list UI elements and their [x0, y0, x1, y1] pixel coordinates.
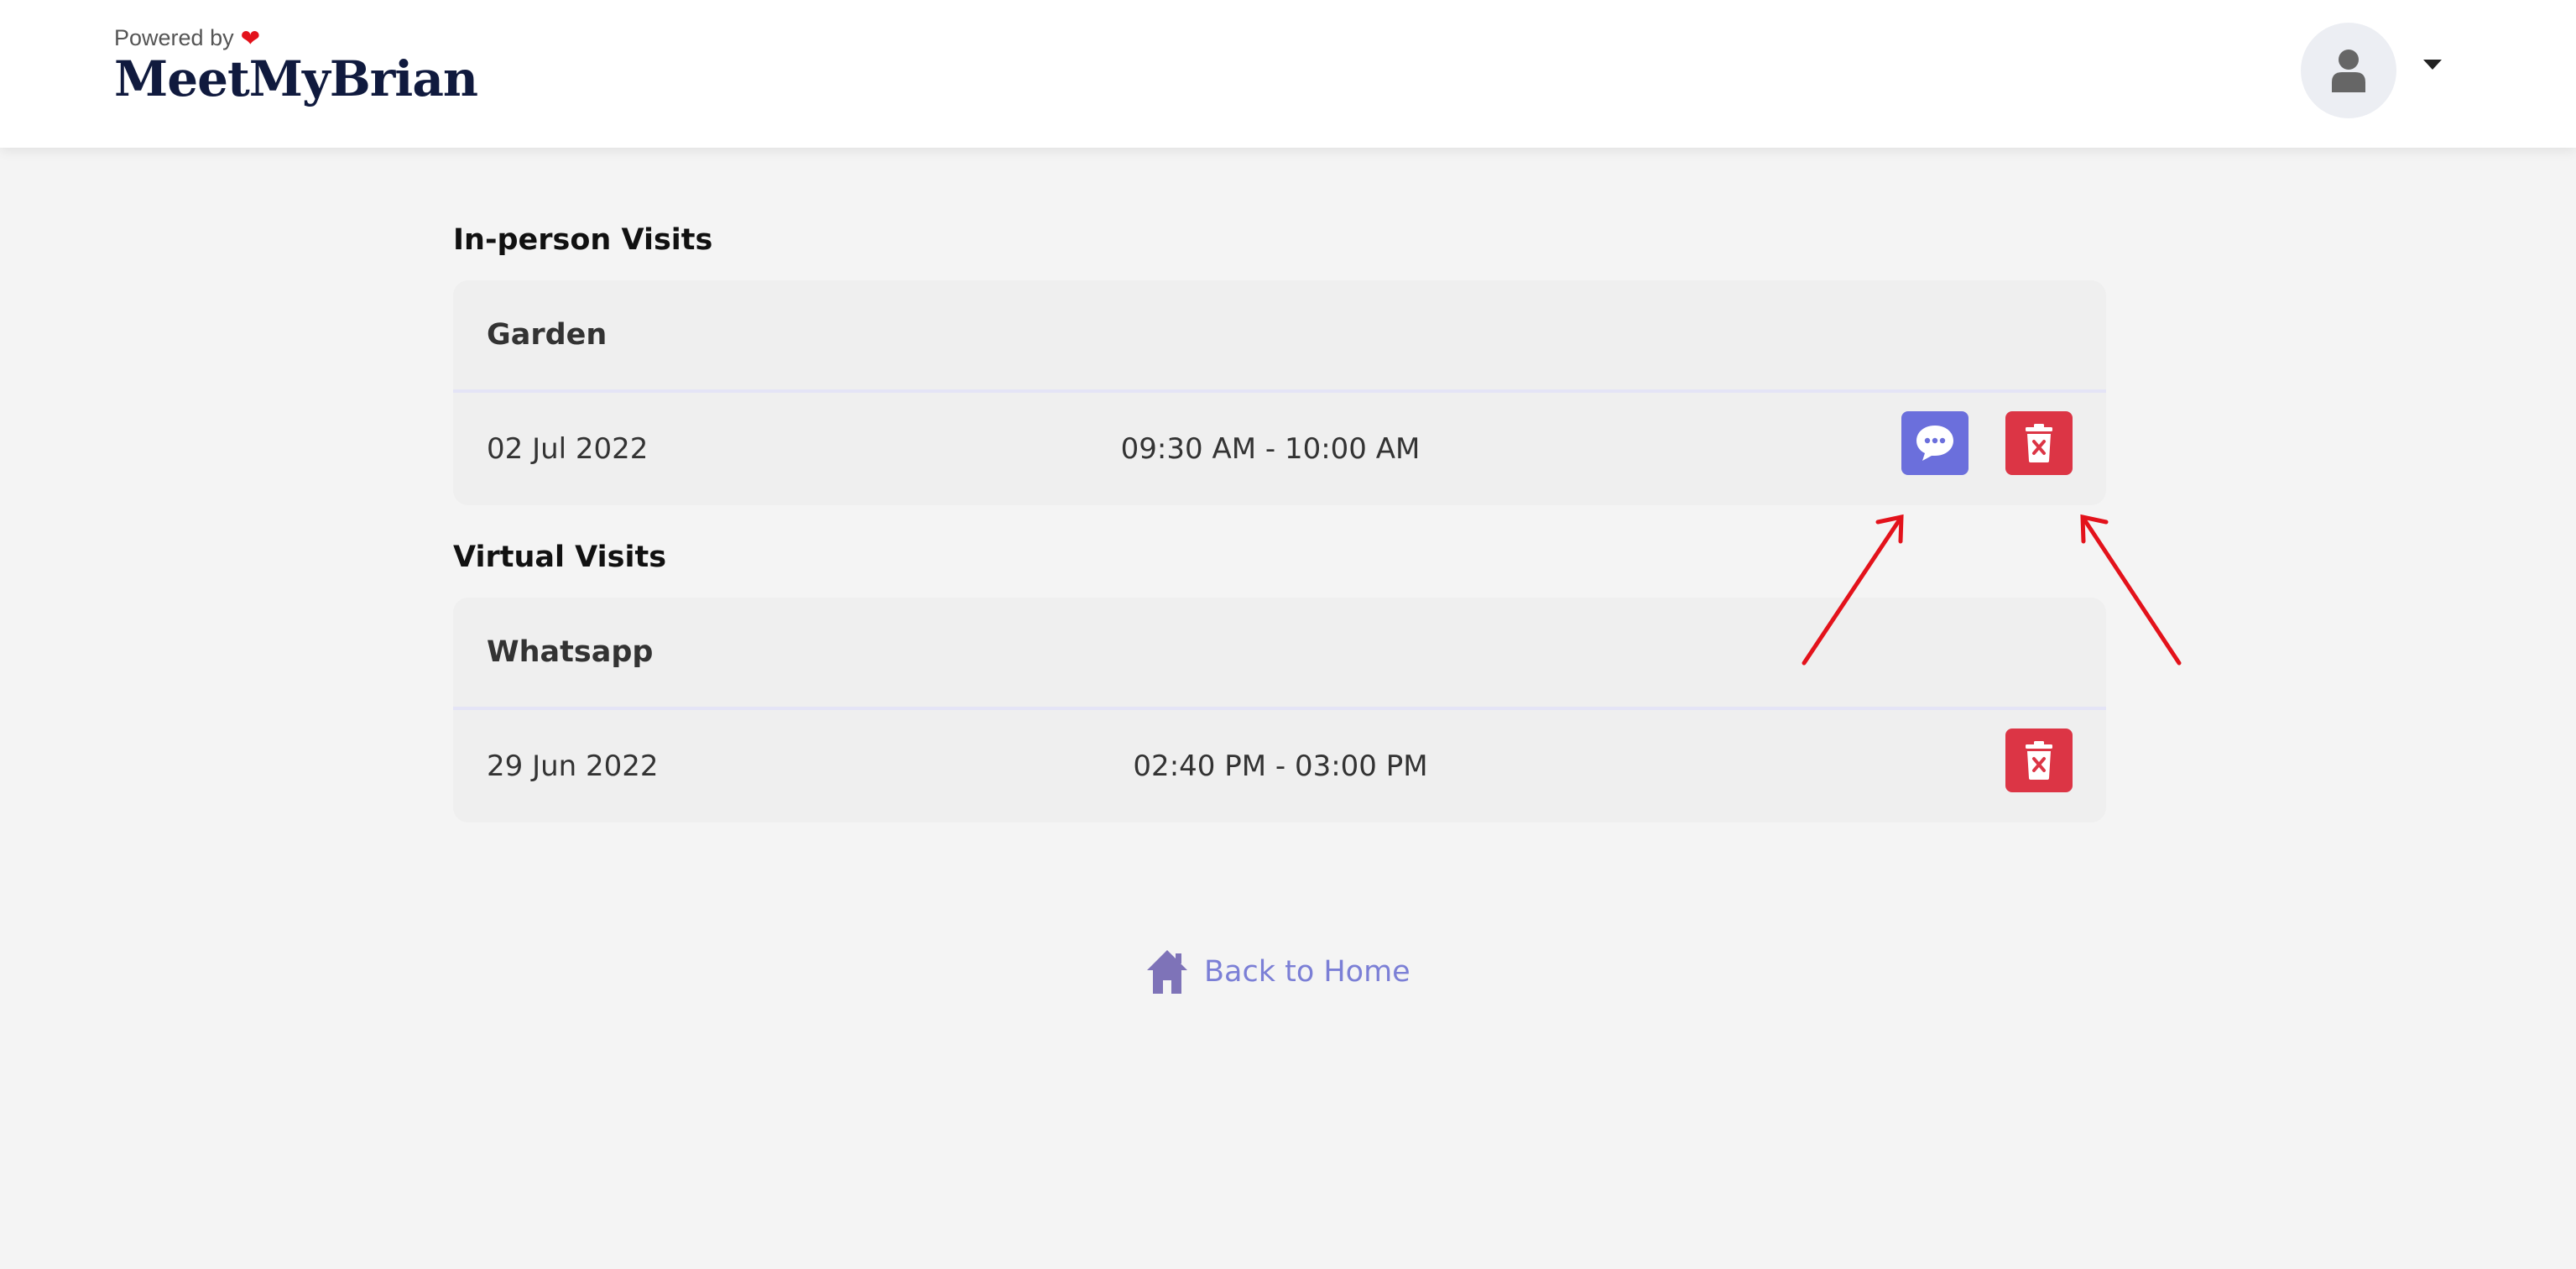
visit-card-header: Garden: [453, 280, 2106, 393]
top-navbar: Powered by ❤ MeetMyBrian: [0, 0, 2576, 148]
visit-card-header: Whatsapp: [453, 598, 2106, 710]
trash-icon: [2026, 424, 2052, 462]
chat-icon: [1916, 426, 1953, 461]
delete-button[interactable]: [2005, 411, 2073, 475]
visit-time: 09:30 AM - 10:00 AM: [1120, 432, 1421, 466]
user-icon: [2332, 50, 2365, 92]
visit-row: 29 Jun 2022 02:40 PM - 03:00 PM: [453, 710, 2106, 822]
back-to-home-link[interactable]: Back to Home: [1145, 948, 1411, 995]
in-person-visits-title: In-person Visits: [453, 223, 713, 257]
user-avatar-button[interactable]: [2301, 23, 2396, 118]
heart-icon: ❤: [240, 24, 261, 51]
visit-location: Garden: [487, 318, 607, 352]
powered-by-text: Powered by: [114, 25, 234, 50]
visit-date: 02 Jul 2022: [487, 432, 649, 466]
visit-time: 02:40 PM - 03:00 PM: [1133, 749, 1428, 783]
visit-row: 02 Jul 2022 09:30 AM - 10:00 AM: [453, 393, 2106, 505]
delete-button[interactable]: [2005, 728, 2073, 792]
brand-logo[interactable]: Powered by ❤ MeetMyBrian: [114, 25, 478, 107]
visit-date: 29 Jun 2022: [487, 749, 659, 783]
visits-content: In-person Visits Garden 02 Jul 2022 09:3…: [453, 223, 2106, 858]
virtual-visits-title: Virtual Visits: [453, 540, 667, 574]
visit-card-garden: Garden 02 Jul 2022 09:30 AM - 10:00 AM: [453, 280, 2106, 505]
chat-button[interactable]: [1901, 411, 1969, 475]
brand-name: MeetMyBrian: [114, 50, 478, 107]
home-icon: [1147, 950, 1187, 994]
user-menu-caret-icon[interactable]: [2423, 60, 2442, 70]
visit-card-whatsapp: Whatsapp 29 Jun 2022 02:40 PM - 03:00 PM: [453, 598, 2106, 822]
visit-location: Whatsapp: [487, 635, 654, 669]
trash-icon: [2026, 741, 2052, 780]
back-to-home-label: Back to Home: [1204, 955, 1411, 989]
powered-by-line: Powered by ❤: [114, 25, 477, 51]
